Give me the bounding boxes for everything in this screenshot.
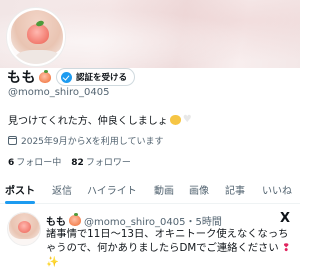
post-avatar-peach <box>18 221 31 233</box>
join-date: 2025年9月からXを利用しています <box>8 134 164 147</box>
followers-link[interactable]: 82 フォロワー <box>71 155 131 168</box>
post-header: もも @momo_shiro_0405・5時間 <box>46 213 222 228</box>
profile-tabs: ポスト 返信 ハイライト 動画 画像 記事 いいね <box>0 176 300 204</box>
tab-articles[interactable]: 記事 <box>225 176 245 204</box>
profile-avatar[interactable] <box>7 8 65 66</box>
pin-icon: ❢ <box>281 242 291 254</box>
calendar-icon <box>8 136 17 145</box>
post-author-name[interactable]: もも <box>46 213 66 228</box>
profile-bio: 見つけてくれた方、仲良くしましょ ♥ <box>8 112 193 127</box>
white-heart-icon: ♥ <box>182 114 192 125</box>
avatar-body <box>15 50 61 64</box>
peach-icon <box>69 213 81 226</box>
join-date-text: 2025年9月からXを利用しています <box>21 137 164 147</box>
bio-text: 見つけてくれた方、仲良くしましょ <box>8 116 168 127</box>
avatar-peach <box>27 24 49 44</box>
sparkle-icon: ✨ <box>46 256 59 268</box>
following-count: 6 <box>8 158 15 168</box>
tab-highlights[interactable]: ハイライト <box>87 176 137 204</box>
peach-icon <box>39 69 51 83</box>
post-avatar[interactable] <box>7 212 41 246</box>
tab-media[interactable]: 画像 <box>189 176 209 204</box>
cat-icon <box>169 114 181 125</box>
followers-label: フォロワー <box>85 158 131 168</box>
post-text: 諸事情で11日〜13日、オキニトーク使えなくなっちゃうので、何かありましたらDM… <box>46 227 298 269</box>
get-verified-button[interactable]: 認証を受ける <box>56 68 136 86</box>
tab-videos[interactable]: 動画 <box>154 176 174 204</box>
post-handle-time: @momo_shiro_0405・5時間 <box>84 217 222 228</box>
x-logo-icon: X <box>280 211 291 226</box>
post-item[interactable]: もも @momo_shiro_0405・5時間 X 諸事情で11日〜13日、オキ… <box>0 205 300 275</box>
tab-posts[interactable]: ポスト <box>5 176 35 204</box>
followers-count: 82 <box>71 158 84 168</box>
verified-badge-icon <box>61 71 72 83</box>
post-body: 諸事情で11日〜13日、オキニトーク使えなくなっちゃうので、何かありましたらDM… <box>46 228 289 254</box>
profile-name-row: もも 認証を受ける <box>7 67 136 87</box>
tab-likes[interactable]: いいね <box>262 176 292 204</box>
display-name: もも <box>7 70 36 86</box>
profile-handle: @momo_shiro_0405 <box>8 87 110 98</box>
following-link[interactable]: 6 フォロー中 <box>8 155 61 168</box>
get-verified-label: 認証を受ける <box>76 73 128 83</box>
following-label: フォロー中 <box>16 158 62 168</box>
tab-replies[interactable]: 返信 <box>52 176 72 204</box>
follow-stats: 6 フォロー中 82 フォロワー <box>8 155 131 168</box>
